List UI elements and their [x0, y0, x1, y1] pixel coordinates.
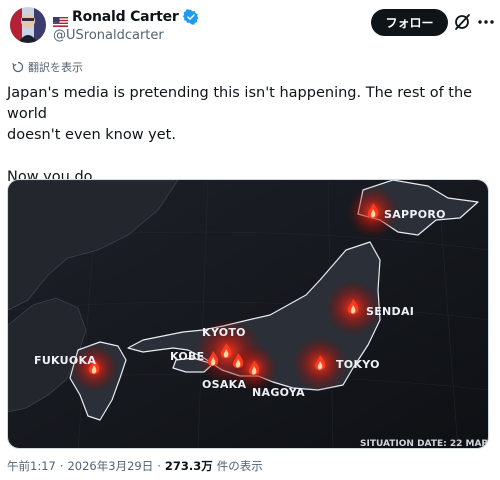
city-label-osaka: OSAKA [202, 378, 247, 391]
tweet-time[interactable]: 午前1:17 [7, 458, 56, 474]
city-label-sendai: SENDAI [366, 305, 414, 318]
view-count: 273.3万 [164, 459, 213, 473]
avatar[interactable] [10, 7, 46, 43]
city-label-sapporo: SAPPORO [384, 208, 446, 221]
verified-badge-icon [182, 9, 199, 25]
display-name[interactable]: Ronald Carter [72, 9, 179, 25]
city-label-nagoya: NAGOYA [252, 386, 305, 399]
meta-separator: · [157, 459, 161, 473]
tweet-media-map[interactable]: SAPPORO SENDAI KYOTO KOBE OSAKA NAGOYA T… [7, 179, 489, 449]
name-row: Ronald Carter [53, 9, 199, 27]
follow-button[interactable]: フォロー [371, 9, 448, 36]
handle[interactable]: @USronaldcarter [53, 28, 164, 43]
tweet-meta: 午前1:17 · 2026年3月29日 · 273.3万 件の表示 [7, 458, 263, 474]
city-label-kobe: KOBE [170, 350, 204, 363]
city-label-kyoto: KYOTO [202, 326, 246, 339]
translate-icon [12, 61, 24, 73]
tweet-date[interactable]: 2026年3月29日 [67, 458, 153, 474]
translate-link[interactable]: 翻訳を表示 [12, 59, 83, 75]
translate-label: 翻訳を表示 [28, 61, 83, 74]
city-label-fukuoka: FUKUOKA [34, 354, 96, 367]
tweet-header: Ronald Carter @USronaldcarter フォロー [0, 0, 500, 52]
more-options-icon[interactable] [476, 12, 496, 32]
grok-icon[interactable] [452, 12, 472, 32]
city-label-tokyo: TOKYO [336, 358, 380, 371]
tweet-line-1: Japan's media is pretending this isn't h… [7, 85, 473, 122]
meta-separator: · [59, 459, 64, 473]
view-count-label: 件の表示 [216, 459, 263, 473]
tweet-line-2: doesn't even know yet. [7, 127, 176, 143]
us-flag-icon [53, 12, 68, 27]
situation-date-label: SITUATION DATE: 22 MAR 2 [360, 439, 489, 449]
tweet-text: Japan's media is pretending this isn't h… [7, 83, 487, 188]
